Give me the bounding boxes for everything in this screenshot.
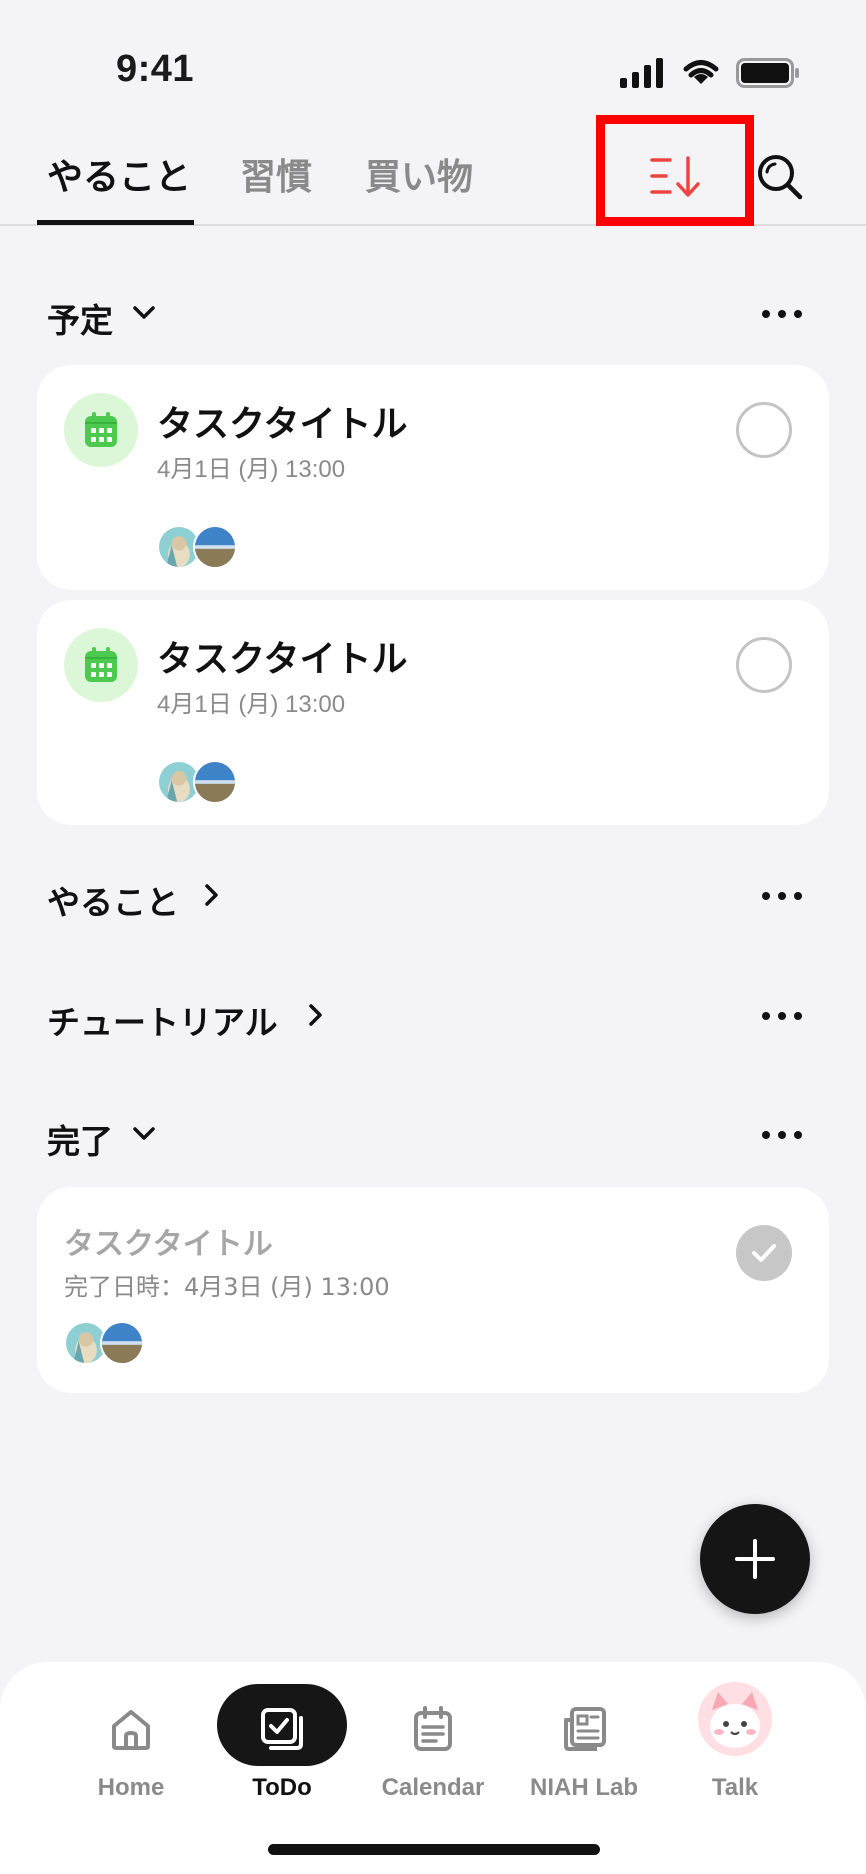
more-icon[interactable]: [757, 296, 807, 332]
todo-check-icon: [261, 1708, 303, 1750]
calendar-badge: [64, 393, 138, 467]
news-icon: [564, 1707, 606, 1751]
task-title: タスクタイトル: [157, 404, 408, 445]
avatar: [193, 525, 237, 569]
section-tutorial[interactable]: チュートリアル: [47, 986, 807, 1046]
assignee-avatars: [64, 1321, 154, 1365]
active-tab-indicator: [37, 220, 194, 225]
calendar-icon: [85, 412, 117, 447]
home-indicator: [268, 1844, 600, 1855]
signal-icon: [620, 58, 663, 88]
task-date: 4月1日 (月) 13:00: [157, 456, 346, 483]
completed-task-card[interactable]: タスクタイトル 完了日時：4月3日 (月) 13:00: [37, 1187, 829, 1393]
section-todo[interactable]: やること: [47, 866, 807, 926]
assignee-avatars: [157, 760, 247, 804]
section-title-tutorial: チュートリアル: [47, 1003, 278, 1042]
task-checkbox[interactable]: [736, 637, 792, 693]
section-title-scheduled: 予定: [47, 301, 113, 340]
task-completed-date: 完了日時：4月3日 (月) 13:00: [64, 1273, 390, 1301]
assignee-avatars: [157, 525, 247, 569]
home-icon: [112, 1710, 150, 1750]
chevron-down-icon: [133, 1127, 155, 1140]
search-icon[interactable]: [755, 152, 805, 202]
nav-label-home: Home: [97, 1774, 165, 1801]
task-card[interactable]: タスクタイトル 4月1日 (月) 13:00: [37, 600, 829, 825]
section-title-todo: やること: [47, 883, 179, 922]
nav-todo[interactable]: ToDo: [207, 1662, 357, 1802]
nav-talk[interactable]: Talk: [660, 1662, 810, 1802]
calendar-badge: [64, 628, 138, 702]
nav-calendar[interactable]: Calendar: [358, 1662, 508, 1802]
tab-bar: やること 習慣 買い物: [0, 112, 866, 226]
task-title: タスクタイトル: [64, 1227, 273, 1262]
calendar-icon: [85, 647, 117, 682]
chevron-right-icon: [309, 1004, 322, 1026]
nav-label-niah-lab: NIAH Lab: [530, 1774, 638, 1801]
nav-label-todo: ToDo: [252, 1774, 312, 1801]
more-icon[interactable]: [757, 1117, 807, 1153]
task-title: タスクタイトル: [157, 639, 408, 680]
nav-niah-lab[interactable]: NIAH Lab: [509, 1662, 659, 1802]
status-time: 9:41: [116, 48, 195, 90]
task-checkbox[interactable]: [736, 402, 792, 458]
character-avatar: [698, 1682, 772, 1756]
chevron-down-icon: [133, 306, 155, 319]
check-icon: [752, 1244, 776, 1262]
avatar: [193, 760, 237, 804]
more-icon[interactable]: [757, 878, 807, 914]
nav-label-talk: Talk: [711, 1774, 759, 1801]
chevron-right-icon: [205, 884, 218, 906]
task-checkbox-checked[interactable]: [736, 1225, 792, 1281]
more-icon[interactable]: [757, 998, 807, 1034]
nav-label-calendar: Calendar: [381, 1774, 485, 1801]
section-scheduled[interactable]: 予定: [47, 284, 807, 344]
task-card[interactable]: タスクタイトル 4月1日 (月) 13:00: [37, 365, 829, 590]
battery-icon: [736, 58, 799, 88]
status-bar: 9:41: [0, 0, 866, 110]
add-task-button[interactable]: [700, 1504, 810, 1614]
nav-home[interactable]: Home: [56, 1662, 206, 1802]
sort-descending-icon[interactable]: [648, 154, 704, 200]
section-completed[interactable]: 完了: [47, 1105, 807, 1165]
tab-shopping[interactable]: 買い物: [365, 148, 473, 200]
tab-habits[interactable]: 習慣: [240, 148, 312, 200]
tab-todo[interactable]: やること: [47, 148, 191, 200]
section-title-completed: 完了: [47, 1122, 113, 1161]
task-date: 4月1日 (月) 13:00: [157, 691, 346, 718]
wifi-icon: [683, 60, 719, 84]
calendar-doc-icon: [414, 1706, 452, 1751]
avatar: [100, 1321, 144, 1365]
plus-icon: [735, 1539, 775, 1579]
bottom-nav: Home ToDo Calendar NIAH Lab Talk: [0, 1662, 866, 1874]
